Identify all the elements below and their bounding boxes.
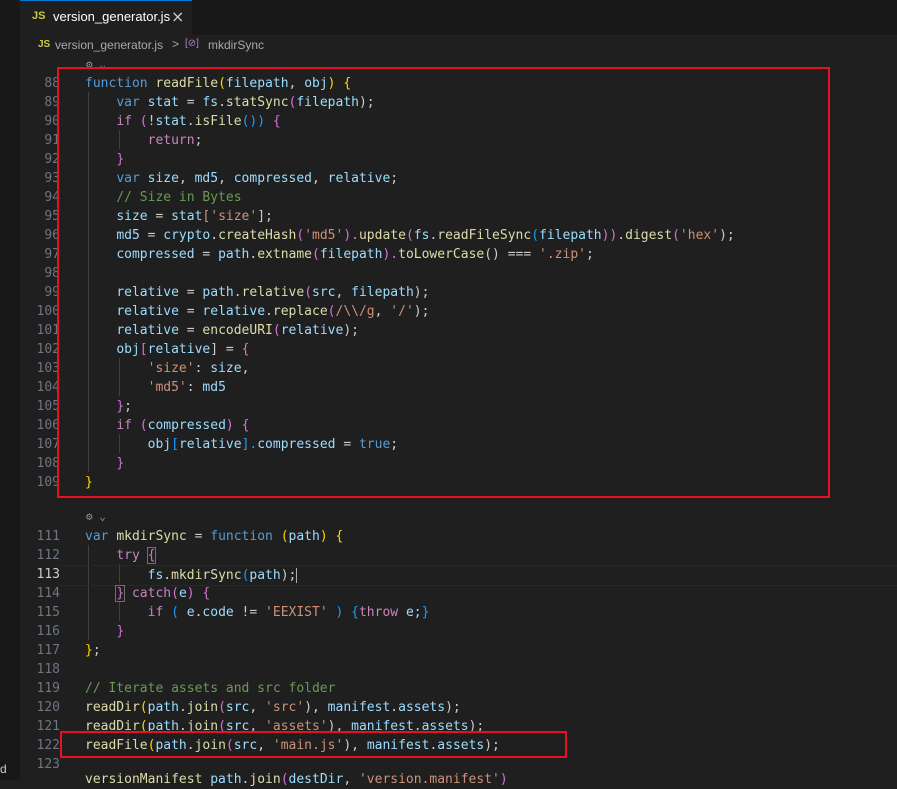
line-number: 92 <box>44 152 60 167</box>
line-number: 88 <box>44 76 60 91</box>
gear-icon: ⚙ <box>86 510 93 523</box>
tab-version-generator[interactable]: JS version_generator.js × <box>20 0 192 35</box>
breadcrumb: JS version_generator.js > [⊘] mkdirSync <box>20 35 897 57</box>
line-number: 119 <box>36 681 60 696</box>
tab-title: version_generator.js <box>53 9 171 24</box>
annotation-box-readfile-function <box>57 67 830 498</box>
code-line-current[interactable]: fs.mkdirSync(path); <box>60 565 897 586</box>
line-number: 96 <box>44 228 60 243</box>
line-number: 104 <box>36 380 60 395</box>
left-panel-strip <box>0 35 20 780</box>
line-number: 109 <box>36 475 60 490</box>
line-number: 102 <box>36 342 60 357</box>
breadcrumb-symbol[interactable]: mkdirSync <box>208 38 264 52</box>
line-number: 103 <box>36 361 60 376</box>
line-number: 117 <box>36 643 60 658</box>
javascript-file-icon: JS <box>38 39 51 50</box>
line-number: 120 <box>36 700 60 715</box>
line-number: 116 <box>36 624 60 639</box>
line-number: 108 <box>36 456 60 471</box>
line-number: 106 <box>36 418 60 433</box>
line-number: 112 <box>36 548 60 563</box>
breadcrumb-file[interactable]: version_generator.js <box>55 38 163 52</box>
close-icon[interactable]: × <box>171 7 184 26</box>
line-number: 105 <box>36 399 60 414</box>
line-number: 95 <box>44 209 60 224</box>
code-line[interactable]: } catch(e) { <box>85 584 210 603</box>
annotation-box-readfile-call <box>60 731 567 758</box>
line-number-active: 113 <box>36 567 60 582</box>
code-line[interactable]: }; <box>85 641 101 660</box>
line-number: 89 <box>44 95 60 110</box>
line-number: 123 <box>36 757 60 772</box>
chevron-right-icon: > <box>172 37 180 51</box>
line-number: 121 <box>36 719 60 734</box>
codelens-gear-icon[interactable]: ⚙ ⌄ <box>86 510 106 523</box>
line-number: 118 <box>36 662 60 677</box>
code-line[interactable]: } <box>85 622 124 641</box>
code-line[interactable]: readDir(path.join(src, 'src'), manifest.… <box>85 698 461 717</box>
panel-text-fragment: d <box>0 762 7 776</box>
text-cursor <box>296 568 298 583</box>
line-number: 114 <box>36 586 60 601</box>
bracket-match-highlight: } <box>115 585 126 602</box>
code-line[interactable]: try { <box>85 546 157 565</box>
editor-tab-bar: JS version_generator.js × <box>0 0 897 35</box>
variable-symbol-icon: [⊘] <box>185 38 199 49</box>
line-number: 115 <box>36 605 60 620</box>
line-number: 122 <box>36 738 60 753</box>
code-line[interactable]: if ( e.code != 'EEXIST' ) {throw e;} <box>85 603 430 622</box>
line-number: 97 <box>44 247 60 262</box>
bracket-match-highlight: { <box>146 547 157 564</box>
code-line[interactable]: var mkdirSync = function (path) { <box>85 527 343 546</box>
line-number: 98 <box>44 266 60 281</box>
line-number: 90 <box>44 114 60 129</box>
line-number: 111 <box>36 529 60 544</box>
line-number: 101 <box>36 323 60 338</box>
line-number: 99 <box>44 285 60 300</box>
line-number: 100 <box>36 304 60 319</box>
code-line[interactable]: // Iterate assets and src folder <box>85 679 335 698</box>
line-number: 107 <box>36 437 60 452</box>
line-number: 94 <box>44 190 60 205</box>
javascript-file-icon: JS <box>32 10 46 22</box>
chevron-down-icon: ⌄ <box>99 510 106 523</box>
line-number: 93 <box>44 171 60 186</box>
line-number: 91 <box>44 133 60 148</box>
